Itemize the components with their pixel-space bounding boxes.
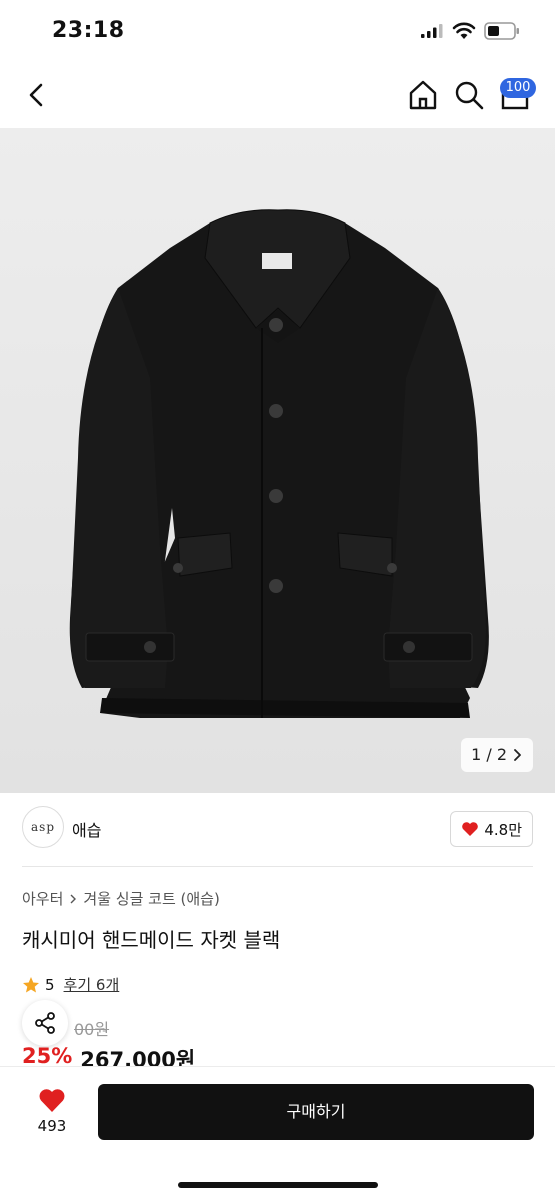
share-icon xyxy=(35,1012,55,1034)
image-pager[interactable]: 1 / 2 xyxy=(461,738,533,772)
breadcrumb: 아우터 겨울 싱글 코트 (애습) xyxy=(22,888,220,909)
status-time: 23:18 xyxy=(52,18,125,43)
search-icon[interactable] xyxy=(452,78,486,112)
top-nav: 100 xyxy=(0,62,555,128)
shop-like-count: 4.8만 xyxy=(484,820,522,839)
back-arrow-icon[interactable] xyxy=(22,80,52,110)
chevron-right-icon xyxy=(70,894,77,903)
heart-icon xyxy=(462,822,479,836)
home-icon[interactable] xyxy=(406,78,440,112)
star-icon xyxy=(23,976,39,992)
cellular-signal-icon xyxy=(421,24,443,38)
heart-icon xyxy=(39,1089,65,1112)
bottom-action-bar: 493 구매하기 xyxy=(0,1066,555,1201)
buy-button[interactable]: 구매하기 xyxy=(98,1084,534,1140)
status-bar: 23:18 xyxy=(0,0,555,62)
wifi-icon xyxy=(452,22,476,39)
shop-like-button[interactable]: 4.8만 xyxy=(450,811,533,847)
jacket-photo xyxy=(69,209,489,718)
like-count: 493 xyxy=(37,1117,67,1135)
rating-value: 5 xyxy=(45,975,55,994)
cart-count-badge: 100 xyxy=(500,78,536,98)
battery-icon xyxy=(484,22,519,40)
chevron-right-icon xyxy=(514,749,521,761)
review-summary: 5 후기 6개 xyxy=(22,974,119,995)
product-image[interactable]: 1 / 2 xyxy=(0,128,555,793)
shop-logo[interactable]: asp xyxy=(22,806,64,848)
breadcrumb-item-category[interactable]: 겨울 싱글 코트 (애습) xyxy=(83,888,219,909)
breadcrumb-item-outer[interactable]: 아우터 xyxy=(22,888,63,909)
like-button[interactable]: 493 xyxy=(24,1087,80,1135)
shop-name[interactable]: 애습 xyxy=(72,817,101,841)
reviews-link[interactable]: 후기 6개 xyxy=(64,974,120,995)
divider xyxy=(22,866,533,867)
shop-row[interactable]: asp 애습 4.8만 xyxy=(22,806,533,852)
pager-label: 1 / 2 xyxy=(471,745,507,764)
home-indicator xyxy=(178,1182,378,1188)
share-button[interactable] xyxy=(22,1000,68,1046)
product-title: 캐시미어 핸드메이드 자켓 블랙 xyxy=(22,928,281,952)
